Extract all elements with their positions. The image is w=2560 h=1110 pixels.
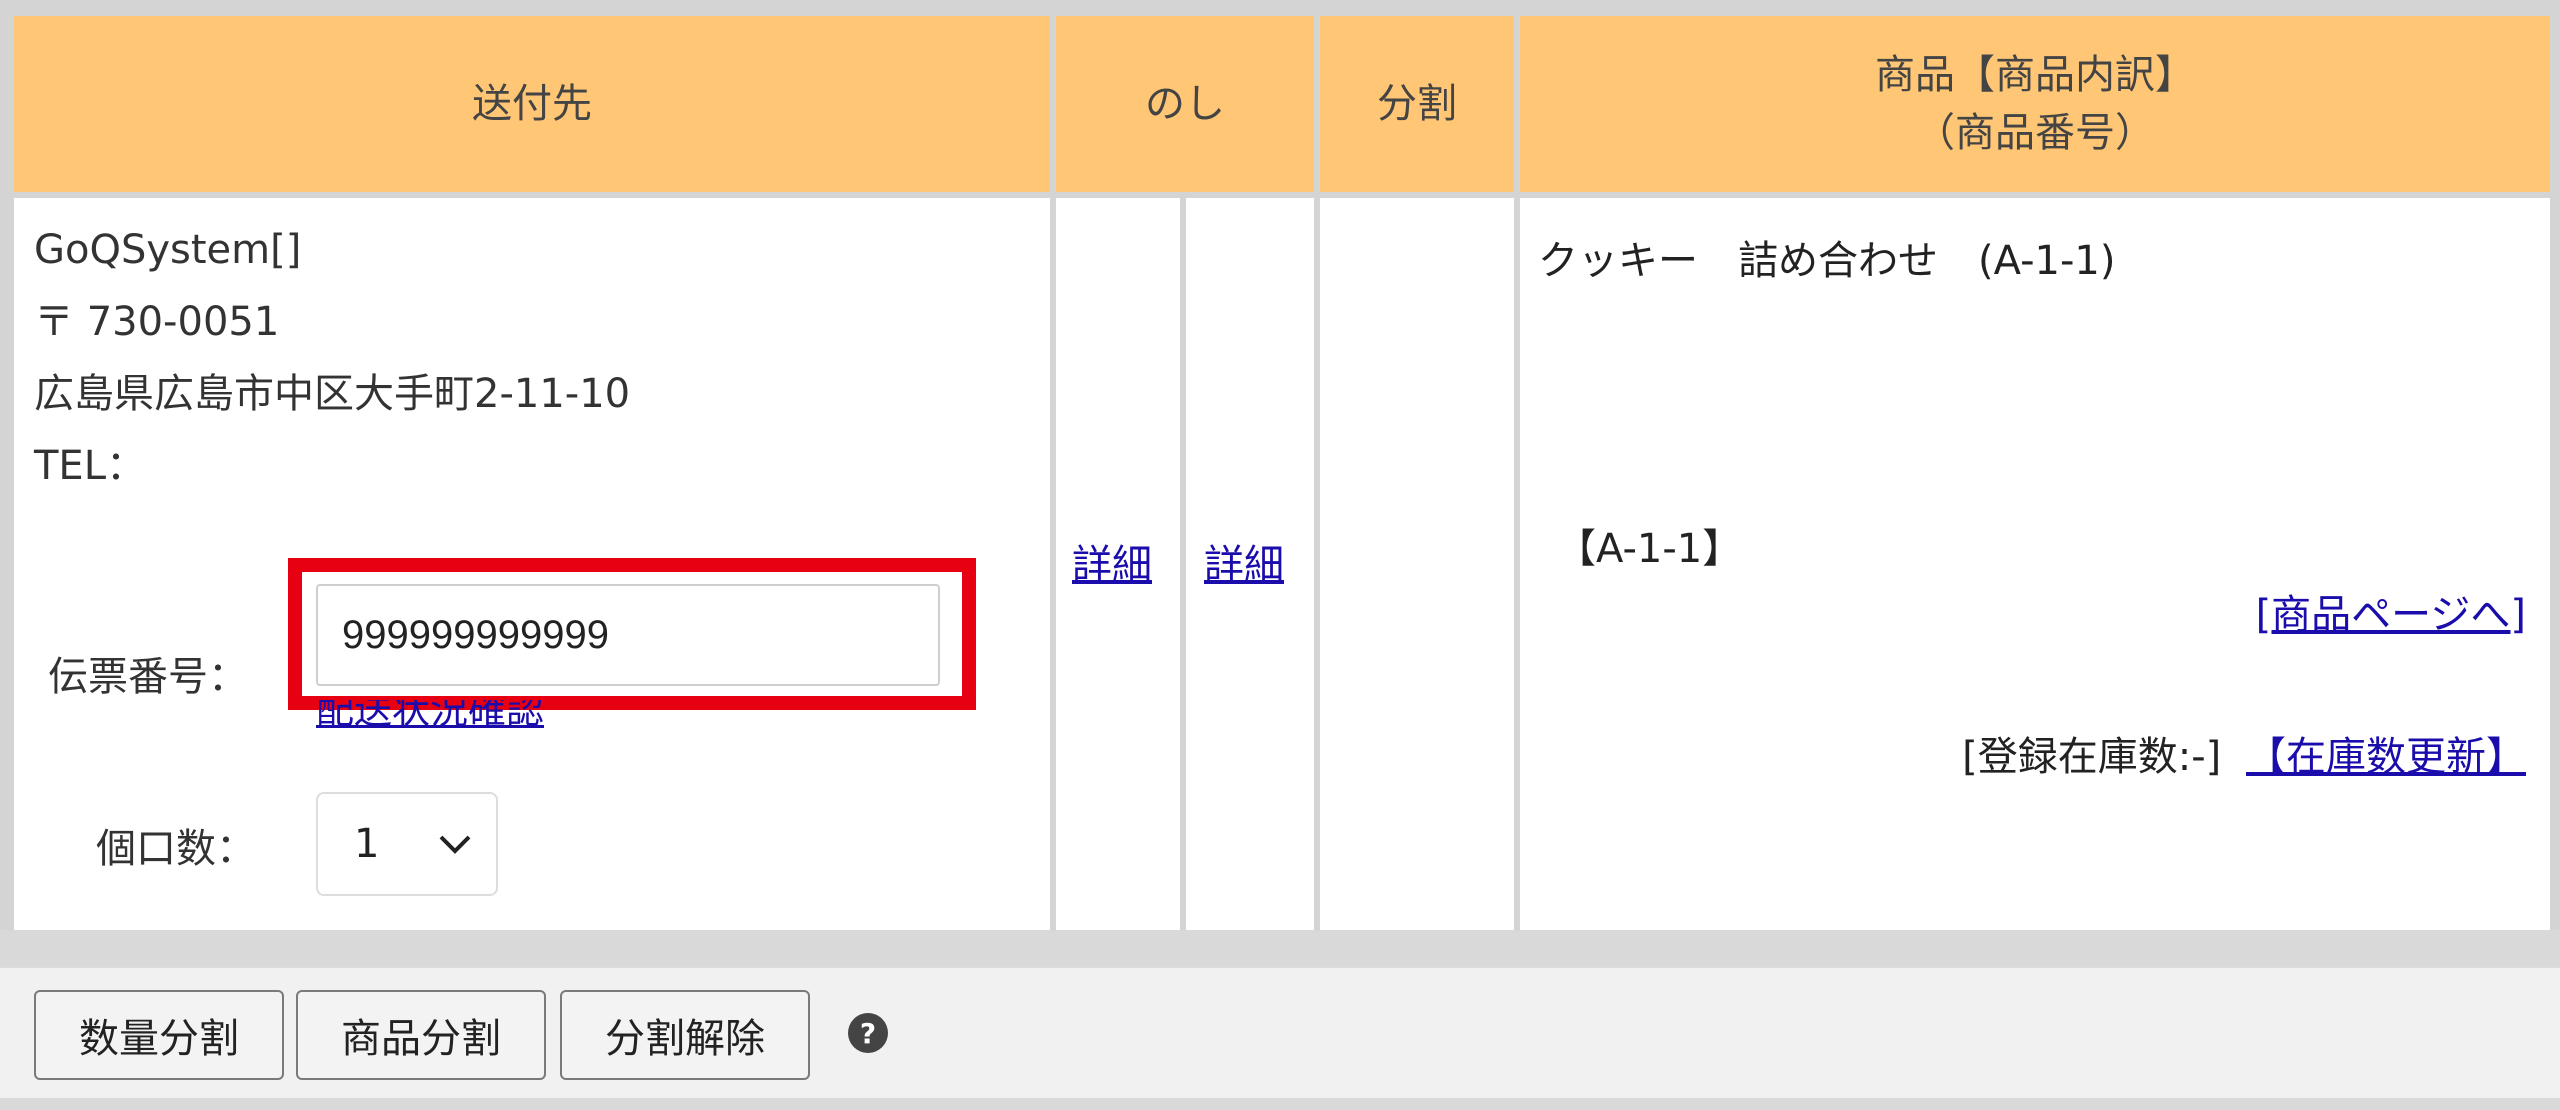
header-noshi-label: のし <box>1145 81 1225 127</box>
quantity-label: 個口数： <box>96 826 256 872</box>
header-noshi: のし <box>1056 16 1314 192</box>
header-product: 商品【商品内訳】 （商品番号） <box>1520 16 2550 192</box>
slip-number-input[interactable] <box>316 584 940 686</box>
noshi-detail-link-2[interactable]: 詳細 <box>1204 532 1284 590</box>
stock-row: [登録在庫数:-] 【在庫数更新】 <box>1962 724 2526 782</box>
product-name: クッキー 詰め合わせ (A-1-1) <box>1538 238 2116 284</box>
order-detail-table: 送付先 のし 分割 商品【商品内訳】 （商品番号） GoQSystem[] 〒 … <box>0 0 2560 930</box>
street-address: 広島県広島市中区大手町2-11-10 <box>34 371 631 417</box>
slip-number-label: 伝票番号： <box>48 654 248 700</box>
product-code: 【A-1-1】 <box>1556 526 1743 572</box>
noshi-detail-link-1[interactable]: 詳細 <box>1072 532 1152 590</box>
header-split: 分割 <box>1320 16 1514 192</box>
package-count-value: 1 <box>354 821 380 867</box>
product-page-link[interactable]: [商品ページへ] <box>2256 582 2526 640</box>
registered-stock-label: [登録在庫数:-] <box>1962 734 2222 780</box>
postal-code: 〒 730-0051 <box>34 299 280 345</box>
chevron-down-icon <box>439 835 471 854</box>
update-stock-link[interactable]: 【在庫数更新】 <box>2246 734 2526 780</box>
product-split-button[interactable]: 商品分割 <box>296 990 546 1080</box>
tracking-status-link[interactable]: 配送状況確認 <box>316 700 544 744</box>
header-product-line1: 商品【商品内訳】 <box>1875 52 2195 98</box>
question-circle-icon[interactable]: ? <box>848 1013 888 1053</box>
phone-number: TEL： <box>34 443 146 489</box>
split-cell <box>1320 198 1514 930</box>
recipient-name: GoQSystem[] <box>34 227 302 273</box>
package-count-select[interactable]: 1 <box>316 792 498 896</box>
cancel-split-button[interactable]: 分割解除 <box>560 990 810 1080</box>
address-block: GoQSystem[] 〒 730-0051 広島県広島市中区大手町2-11-1… <box>34 214 630 502</box>
header-destination-label: 送付先 <box>472 81 592 127</box>
header-product-line2: （商品番号） <box>1915 110 2155 156</box>
header-destination: 送付先 <box>14 16 1050 192</box>
quantity-split-button[interactable]: 数量分割 <box>34 990 284 1080</box>
header-split-label: 分割 <box>1377 81 1457 127</box>
